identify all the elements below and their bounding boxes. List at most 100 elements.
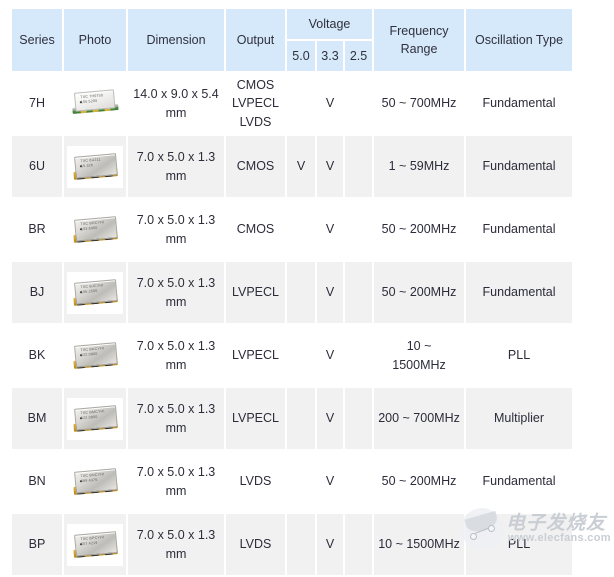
oscillator-photo: TXC 7H0750 155.5200 bbox=[67, 82, 123, 125]
output-line: LVDS bbox=[239, 474, 272, 489]
cell-voltage-3v3: V bbox=[317, 325, 343, 386]
dimension-line: mm bbox=[165, 483, 187, 498]
frequency-line: 200 ~ 700MHz bbox=[378, 411, 460, 426]
frequency-line: 1500MHz bbox=[392, 357, 446, 372]
cell-voltage-5v bbox=[287, 388, 315, 449]
package-image: TXC BRCYHI 153.6000 bbox=[72, 214, 118, 245]
cell-photo: TXC BKCYHI 622.0800 bbox=[64, 325, 126, 386]
cell-photo: TXC BNCYHI 669.4375 bbox=[64, 451, 126, 512]
dimension-line: mm bbox=[165, 105, 187, 120]
output-line: CMOS bbox=[236, 78, 275, 93]
output-line: LVPECL bbox=[231, 348, 279, 363]
cell-photo: TXC BPCYHI 557.4219 bbox=[64, 514, 126, 575]
cell-series: BN bbox=[12, 451, 62, 512]
package-image: TXC BPCYHI 557.4219 bbox=[72, 529, 118, 560]
cell-oscillation-type: Multiplier bbox=[466, 388, 573, 449]
frequency-line: 50 ~ 700MHz bbox=[381, 96, 457, 111]
cell-output: CMOS bbox=[226, 136, 285, 197]
cell-dimension: 7.0 x 5.0 x 1.3 mm bbox=[128, 388, 224, 449]
dimension-line: 7.0 x 5.0 x 1.3 bbox=[136, 465, 216, 480]
cell-voltage-5v bbox=[287, 199, 315, 260]
package-marking: TXC BJCYHI 156.2500 bbox=[80, 282, 104, 294]
cell-oscillation-type: Fundamental bbox=[466, 451, 573, 512]
cell-dimension: 7.0 x 5.0 x 1.3 mm bbox=[128, 136, 224, 197]
table-header: Series Photo Dimension Output Voltage Fr… bbox=[12, 9, 573, 71]
dimension-line: 14.0 x 9.0 x 5.4 bbox=[133, 87, 219, 102]
cell-voltage-5v bbox=[287, 325, 315, 386]
table-row: BJ TXC BJCYHI 156.2500 7.0 x 5.0 x 1.3 mm LVP… bbox=[12, 262, 573, 323]
package-image: TXC BKCYHI 622.0800 bbox=[72, 340, 118, 371]
header-photo: Photo bbox=[64, 9, 126, 71]
cell-oscillation-type: Fundamental bbox=[466, 73, 573, 134]
package-marking: TXC BMCYHI 622.0800 bbox=[80, 408, 105, 420]
table-row: 6U TXC 6U211 15.326 7.0 x 5.0 x 1.3 mm CMOS V V… bbox=[12, 136, 573, 197]
cell-output: CMOS LVPECL LVDS bbox=[226, 73, 285, 134]
header-oscillation-type: Oscillation Type bbox=[466, 9, 573, 71]
cell-dimension: 7.0 x 5.0 x 1.3 mm bbox=[128, 262, 224, 323]
output-line: LVPECL bbox=[231, 285, 279, 300]
cell-dimension: 7.0 x 5.0 x 1.3 mm bbox=[128, 325, 224, 386]
table-row: BM TXC BMCYHI 622.0800 7.0 x 5.0 x 1.3 mm LVP… bbox=[12, 388, 573, 449]
cell-voltage-3v3: V bbox=[317, 199, 343, 260]
oscillator-photo: TXC BNCYHI 669.4375 bbox=[67, 460, 123, 503]
cell-frequency-range: 50 ~ 200MHz bbox=[374, 451, 465, 512]
oscillator-photo: TXC BRCYHI 153.6000 bbox=[67, 208, 123, 251]
oscillator-photo: TXC BMCYHI 622.0800 bbox=[67, 397, 123, 440]
cell-voltage-5v bbox=[287, 514, 315, 575]
header-series: Series bbox=[12, 9, 62, 71]
frequency-line: 10 ~ bbox=[406, 339, 432, 354]
cell-voltage-3v3: V bbox=[317, 514, 343, 575]
dimension-line: mm bbox=[165, 294, 187, 309]
dimension-line: 7.0 x 5.0 x 1.3 bbox=[136, 402, 216, 417]
cell-oscillation-type: Fundamental bbox=[466, 199, 573, 260]
cell-series: 6U bbox=[12, 136, 62, 197]
frequency-line: 50 ~ 200MHz bbox=[381, 474, 457, 489]
dimension-line: mm bbox=[165, 546, 187, 561]
cell-series: BM bbox=[12, 388, 62, 449]
cell-oscillation-type: PLL bbox=[466, 514, 573, 575]
cell-frequency-range: 200 ~ 700MHz bbox=[374, 388, 465, 449]
oscillator-photo: TXC BPCYHI 557.4219 bbox=[67, 523, 123, 566]
header-voltage-5v: 5.0 bbox=[287, 41, 315, 71]
cell-photo: TXC 6U211 15.326 bbox=[64, 136, 126, 197]
cell-photo: TXC BMCYHI 622.0800 bbox=[64, 388, 126, 449]
cell-oscillation-type: Fundamental bbox=[466, 136, 573, 197]
cell-dimension: 7.0 x 5.0 x 1.3 mm bbox=[128, 451, 224, 512]
cell-frequency-range: 50 ~ 700MHz bbox=[374, 73, 465, 134]
dimension-line: mm bbox=[165, 420, 187, 435]
header-dimension: Dimension bbox=[128, 9, 224, 71]
cell-output: LVPECL bbox=[226, 325, 285, 386]
cell-series: BR bbox=[12, 199, 62, 260]
cell-photo: TXC 7H0750 155.5200 bbox=[64, 73, 126, 134]
output-line: LVDS bbox=[239, 114, 272, 129]
output-line: CMOS bbox=[236, 222, 275, 237]
output-line: LVPECL bbox=[231, 411, 279, 426]
cell-voltage-3v3: V bbox=[317, 262, 343, 323]
cell-series: BP bbox=[12, 514, 62, 575]
cell-frequency-range: 10 ~ 1500MHz bbox=[374, 325, 465, 386]
cell-frequency-range: 50 ~ 200MHz bbox=[374, 262, 465, 323]
dimension-line: mm bbox=[165, 357, 187, 372]
cell-voltage-2v5 bbox=[345, 199, 373, 260]
cell-frequency-range: 50 ~ 200MHz bbox=[374, 199, 465, 260]
cell-output: LVDS bbox=[226, 514, 285, 575]
table-row: 7H TXC 7H0750 155.5200 14.0 x 9.0 x 5.4 mm CM… bbox=[12, 73, 573, 134]
package-marking: TXC 7H0750 155.5200 bbox=[80, 92, 104, 104]
table-row: BP TXC BPCYHI 557.4219 7.0 x 5.0 x 1.3 mm LVD… bbox=[12, 514, 573, 575]
cell-voltage-5v bbox=[287, 451, 315, 512]
header-voltage-group: Voltage bbox=[287, 9, 373, 39]
oscillator-photo: TXC BJCYHI 156.2500 bbox=[67, 271, 123, 314]
package-image: TXC BNCYHI 669.4375 bbox=[72, 466, 118, 497]
package-image: TXC BJCYHI 156.2500 bbox=[72, 277, 118, 308]
header-output: Output bbox=[226, 9, 285, 71]
cell-dimension: 14.0 x 9.0 x 5.4 mm bbox=[128, 73, 224, 134]
cell-frequency-range: 10 ~ 1500MHz bbox=[374, 514, 465, 575]
frequency-line: 10 ~ 1500MHz bbox=[378, 537, 460, 552]
table-body: 7H TXC 7H0750 155.5200 14.0 x 9.0 x 5.4 mm CM… bbox=[12, 73, 573, 575]
cell-voltage-2v5 bbox=[345, 325, 373, 386]
package-marking: TXC 6U211 15.326 bbox=[80, 156, 101, 168]
frequency-line: 50 ~ 200MHz bbox=[381, 222, 457, 237]
table-row: BN TXC BNCYHI 669.4375 7.0 x 5.0 x 1.3 mm LVD… bbox=[12, 451, 573, 512]
cell-voltage-2v5 bbox=[345, 514, 373, 575]
cell-oscillation-type: Fundamental bbox=[466, 262, 573, 323]
